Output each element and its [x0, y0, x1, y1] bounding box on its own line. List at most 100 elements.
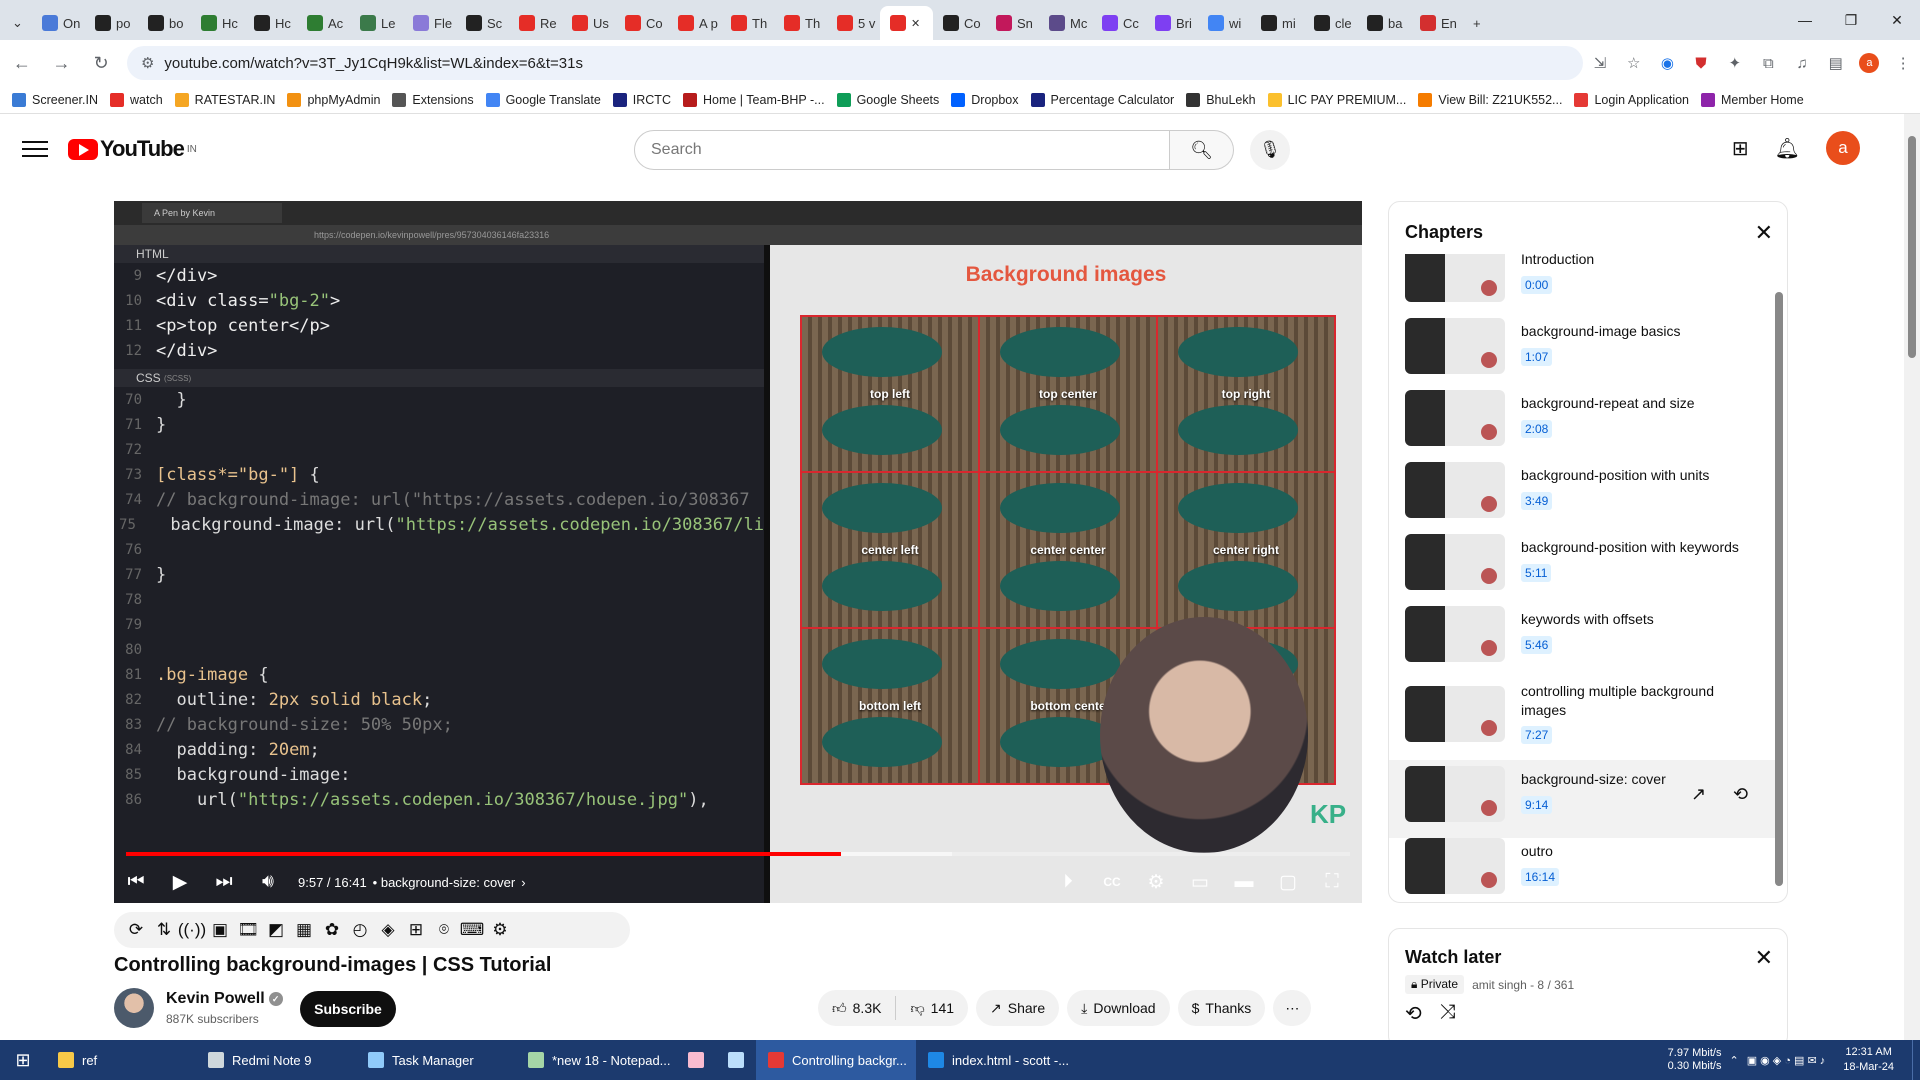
bookmark-item[interactable]: Screener.IN [12, 92, 98, 107]
browser-tab[interactable]: wi [1198, 6, 1251, 40]
browser-tab[interactable]: Hc [191, 6, 244, 40]
previous-button[interactable]: ⏮ [114, 861, 158, 903]
chapter-item[interactable]: Introduction 0:00 [1389, 254, 1775, 310]
taskbar-item[interactable]: *new 18 - Notepad... [516, 1040, 676, 1080]
shield-extension-icon[interactable]: ⛊ [1684, 46, 1718, 80]
bookmark-item[interactable]: BhuLekh [1186, 92, 1256, 107]
windows-start-icon[interactable]: ⊞ [0, 1040, 46, 1080]
taskbar-item[interactable]: Controlling backgr... [756, 1040, 916, 1080]
taskbar-item[interactable]: index.html - scott -... [916, 1040, 1076, 1080]
captions-icon[interactable]: CC [1090, 861, 1134, 903]
browser-tab[interactable]: cle [1304, 6, 1357, 40]
tray-chevron-icon[interactable]: ⌃ [1729, 1054, 1738, 1067]
bookmark-item[interactable]: Home | Team-BHP -... [682, 92, 825, 107]
bookmark-item[interactable]: watch [110, 92, 163, 107]
browser-tab[interactable]: Re [509, 6, 562, 40]
puzzle-icon[interactable]: ⧉ [1752, 46, 1786, 80]
close-playlist-icon[interactable]: ✕ [1755, 945, 1773, 971]
extension-icon-2[interactable]: ✦ [1718, 46, 1752, 80]
speed-icon[interactable]: ◴ [348, 918, 372, 942]
page-scrollbar[interactable] [1904, 114, 1920, 1040]
loop-chapter-icon[interactable]: ⟲ [1733, 784, 1748, 805]
site-info-icon[interactable]: ⚙ [141, 54, 154, 72]
browser-tab[interactable]: 5 v [827, 6, 880, 40]
browser-tab[interactable]: A p [668, 6, 721, 40]
browser-tab[interactable]: Hc [244, 6, 297, 40]
new-tab-button[interactable]: + [1463, 6, 1493, 40]
gamepad-icon[interactable]: ◈ [376, 918, 400, 942]
browser-tab[interactable]: bo [138, 6, 191, 40]
progress-bar[interactable] [126, 852, 1350, 856]
chapter-timestamp[interactable]: 1:07 [1521, 348, 1553, 366]
chapter-timestamp[interactable]: 7:27 [1521, 726, 1553, 744]
loop-icon[interactable]: ⟳ [124, 918, 148, 942]
theater-mode-icon[interactable]: ▬ [1222, 861, 1266, 903]
loop-playlist-icon[interactable]: ⟲ [1405, 1001, 1422, 1026]
bookmark-item[interactable]: LIC PAY PREMIUM... [1267, 92, 1406, 107]
share-button[interactable]: ↗ Share [976, 990, 1060, 1026]
channel-avatar[interactable] [114, 988, 154, 1028]
chapter-item[interactable]: background-position with units 3:49 [1389, 456, 1775, 526]
taskbar-item[interactable] [676, 1040, 716, 1080]
browser-tab[interactable]: Bri [1145, 6, 1198, 40]
chapter-timestamp[interactable]: 5:46 [1521, 636, 1553, 654]
browser-tab[interactable]: Ac [297, 6, 350, 40]
share-chapter-icon[interactable]: ↗ [1691, 784, 1706, 805]
chapter-item[interactable]: keywords with offsets 5:46 [1389, 600, 1775, 670]
dislike-button[interactable]: 👎︎ 141 [896, 1000, 968, 1017]
next-button[interactable]: ⏭ [202, 861, 246, 903]
create-video-icon[interactable]: ⊞ [1732, 136, 1749, 161]
bookmark-item[interactable]: Extensions [392, 92, 474, 107]
minimize-button[interactable]: — [1782, 0, 1828, 40]
account-avatar[interactable]: a [1826, 131, 1860, 165]
chapter-timestamp[interactable]: 0:00 [1521, 276, 1553, 294]
browser-menu-icon[interactable]: ⋮ [1886, 46, 1920, 80]
reload-button[interactable]: ↻ [83, 45, 119, 81]
browser-tab[interactable]: Co [933, 6, 986, 40]
palette-icon[interactable]: ✿ [320, 918, 344, 942]
notifications-bell-icon[interactable]: 🔔︎ [1775, 136, 1800, 161]
volume-icon[interactable]: 🔊︎ [246, 861, 290, 903]
tray-icons[interactable]: ▣ ◉ ◈ ◔ ▤ ✉ ♪ [1747, 1054, 1826, 1067]
chapter-timestamp[interactable]: 5:11 [1521, 564, 1552, 582]
filter-icon[interactable]: ▣ [208, 918, 232, 942]
taskbar-item[interactable] [716, 1040, 756, 1080]
search-input[interactable]: Search [634, 130, 1170, 170]
film-icon[interactable]: 🎞︎ [236, 918, 260, 942]
browser-tab[interactable]: po [85, 6, 138, 40]
bookmark-item[interactable]: phpMyAdmin [287, 92, 380, 107]
clock[interactable]: 12:31 AM 18-Mar-24 [1833, 1045, 1904, 1075]
bookmark-item[interactable]: Login Application [1574, 92, 1689, 107]
close-chapters-icon[interactable]: ✕ [1755, 220, 1773, 246]
taskbar-item[interactable]: Redmi Note 9 [196, 1040, 356, 1080]
browser-tab[interactable]: mi [1251, 6, 1304, 40]
film-strip-icon[interactable]: ▦ [292, 918, 316, 942]
browser-tab[interactable]: ba [1357, 6, 1410, 40]
chapter-item[interactable]: background-image basics 1:07 [1389, 312, 1775, 382]
gear-icon[interactable]: ⚙ [488, 918, 512, 942]
chapter-timestamp[interactable]: 2:08 [1521, 420, 1553, 438]
broadcast-icon[interactable]: ((·)) [178, 918, 206, 942]
browser-tab[interactable]: Co [615, 6, 668, 40]
plus-box-icon[interactable]: ⊞ [404, 918, 428, 942]
like-button[interactable]: 👍︎ 8.3K [818, 1000, 895, 1017]
chapter-item[interactable]: background-position with keywords 5:11 [1389, 528, 1775, 598]
chapter-item[interactable]: outro 16:14 [1389, 832, 1775, 902]
browser-tab[interactable]: Sn [986, 6, 1039, 40]
chapter-timestamp[interactable]: 3:49 [1521, 492, 1553, 510]
close-window-button[interactable]: ✕ [1874, 0, 1920, 40]
forward-button[interactable]: → [44, 45, 80, 81]
browser-tab[interactable]: On [32, 6, 85, 40]
more-actions-button[interactable]: ⋯ [1273, 990, 1312, 1026]
browser-tab[interactable]: Mc [1039, 6, 1092, 40]
bookmark-item[interactable]: RATESTAR.IN [174, 92, 275, 107]
settings-gear-icon[interactable]: ⚙ [1134, 861, 1178, 903]
url-bar[interactable]: ⚙ youtube.com/watch?v=3T_Jy1CqH9k&list=W… [126, 46, 1584, 80]
cast-icon[interactable]: ▢ [1266, 861, 1310, 903]
pip-icon[interactable]: ◩ [264, 918, 288, 942]
media-icon[interactable]: ♫ [1785, 46, 1819, 80]
keyboard-icon[interactable]: ⌨ [460, 918, 485, 942]
tab-search-button[interactable]: ⌄ [0, 6, 32, 40]
back-button[interactable]: ← [4, 45, 40, 81]
watch-later-heading[interactable]: Watch later [1405, 947, 1501, 968]
